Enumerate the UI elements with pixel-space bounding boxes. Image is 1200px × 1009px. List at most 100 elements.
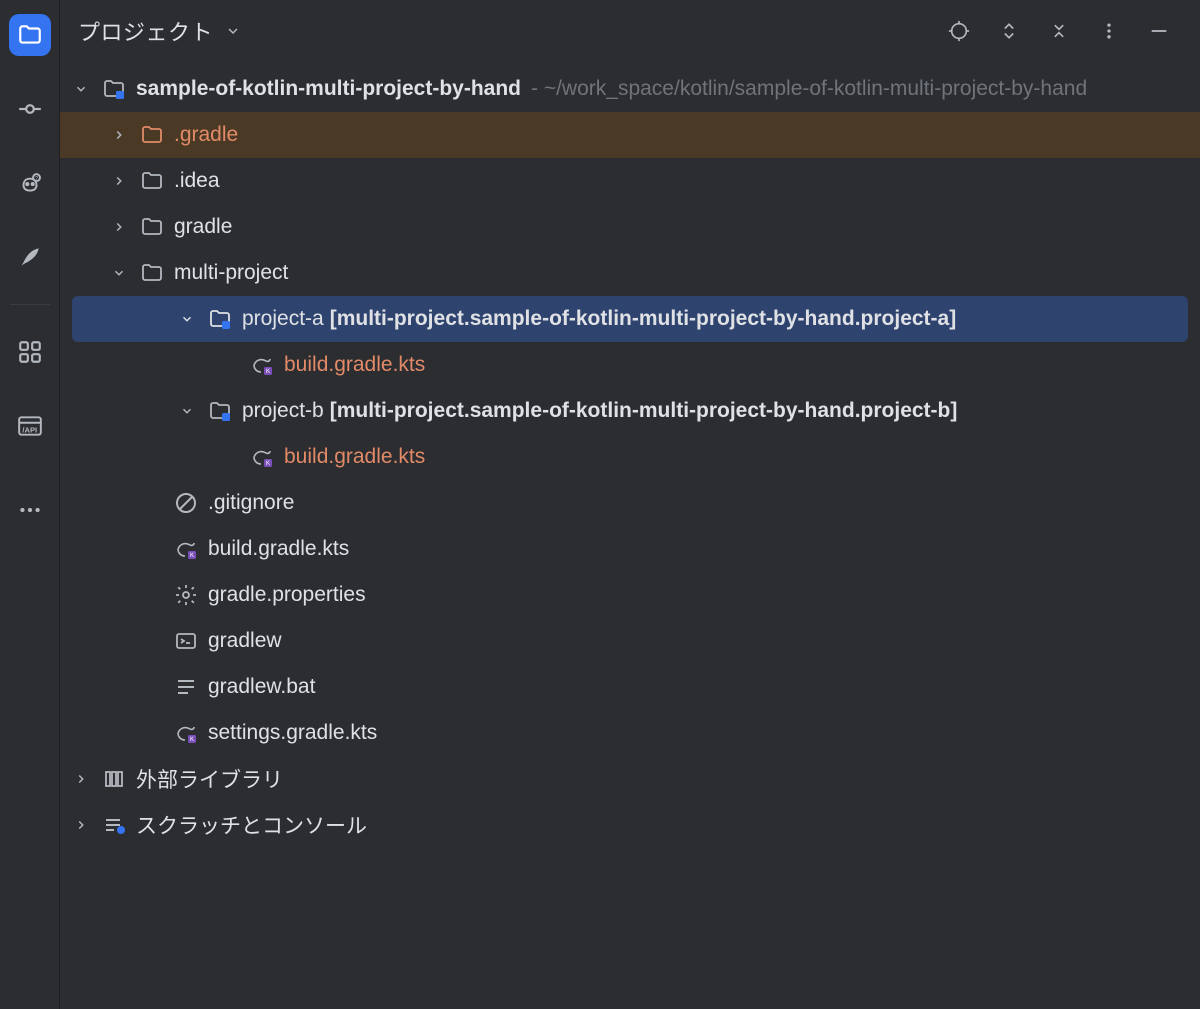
tree-item-label: スクラッチとコンソール xyxy=(136,810,367,840)
ignore-icon xyxy=(172,491,200,515)
project-tree: sample-of-kotlin-multi-project-by-hand -… xyxy=(60,62,1200,1009)
chevron-right-icon xyxy=(108,124,130,146)
tree-item-project-b-build[interactable]: K build.gradle.kts xyxy=(60,434,1200,480)
tree-item-project-a-build[interactable]: K build.gradle.kts xyxy=(60,342,1200,388)
tree-item-idea[interactable]: .idea xyxy=(60,158,1200,204)
project-tool-button[interactable] xyxy=(9,14,51,56)
structure-icon xyxy=(17,339,43,365)
toolbar-separator xyxy=(10,304,50,305)
svg-text:K: K xyxy=(190,553,194,559)
collapse-icon xyxy=(1049,21,1069,41)
module-folder-icon xyxy=(206,307,234,331)
chevron-down-icon xyxy=(108,262,130,284)
api-icon: /API xyxy=(17,413,43,439)
tree-item-label: gradle.properties xyxy=(208,583,366,607)
tree-item-gradle-hidden[interactable]: .gradle xyxy=(60,112,1200,158)
collapse-all-button[interactable] xyxy=(1046,18,1072,44)
chevron-right-icon xyxy=(108,170,130,192)
quill-tool-button[interactable] xyxy=(9,236,51,278)
tree-item-gitignore[interactable]: .gitignore xyxy=(60,480,1200,526)
kebab-icon xyxy=(1099,21,1119,41)
chevron-down-icon xyxy=(225,23,241,39)
chevron-right-icon xyxy=(70,814,92,836)
gradle-kts-icon: K xyxy=(172,721,200,745)
commit-tool-button[interactable] xyxy=(9,88,51,130)
folder-icon xyxy=(138,261,166,285)
left-toolbar: ? /API xyxy=(0,0,60,1009)
structure-tool-button[interactable] xyxy=(9,331,51,373)
api-tool-button[interactable]: /API xyxy=(9,405,51,447)
chevron-down-icon xyxy=(176,400,198,422)
target-icon xyxy=(948,20,970,42)
tree-item-path: - ~/work_space/kotlin/sample-of-kotlin-m… xyxy=(531,77,1087,101)
library-icon xyxy=(100,767,128,791)
tree-item-label: project-a xyxy=(242,307,324,331)
svg-text:?: ? xyxy=(34,176,37,182)
gradle-kts-icon: K xyxy=(172,537,200,561)
tree-item-label: build.gradle.kts xyxy=(284,353,425,377)
module-folder-icon xyxy=(206,399,234,423)
tree-item-gradlew[interactable]: gradlew xyxy=(60,618,1200,664)
folder-icon xyxy=(17,22,43,48)
panel-options-button[interactable] xyxy=(1096,18,1122,44)
panel-header: プロジェクト xyxy=(60,0,1200,62)
tree-item-label: sample-of-kotlin-multi-project-by-hand xyxy=(136,77,521,101)
project-panel: プロジェクト sample-of-kotlin xyxy=(60,0,1200,1009)
tree-item-label: settings.gradle.kts xyxy=(208,721,377,745)
tree-item-label: gradle xyxy=(174,215,232,239)
folder-icon xyxy=(138,169,166,193)
module-folder-icon xyxy=(100,77,128,101)
copilot-tool-button[interactable]: ? xyxy=(9,162,51,204)
tree-item-label: gradlew.bat xyxy=(208,675,315,699)
scratch-icon xyxy=(100,813,128,837)
minimize-icon xyxy=(1148,20,1170,42)
tree-item-external-libraries[interactable]: 外部ライブラリ xyxy=(60,756,1200,802)
select-opened-file-button[interactable] xyxy=(946,18,972,44)
tree-item-scratches[interactable]: スクラッチとコンソール xyxy=(60,802,1200,848)
svg-text:K: K xyxy=(266,369,270,375)
hide-panel-button[interactable] xyxy=(1146,18,1172,44)
tree-item-label: multi-project xyxy=(174,261,288,285)
tree-item-settings-gradle[interactable]: K settings.gradle.kts xyxy=(60,710,1200,756)
expand-collapse-icon xyxy=(999,21,1019,41)
tree-item-gradlew-bat[interactable]: gradlew.bat xyxy=(60,664,1200,710)
expand-collapse-button[interactable] xyxy=(996,18,1022,44)
tree-item-label: build.gradle.kts xyxy=(284,445,425,469)
panel-actions xyxy=(946,18,1172,44)
gradle-kts-icon: K xyxy=(248,353,276,377)
tree-item-label: .idea xyxy=(174,169,220,193)
chevron-down-icon xyxy=(70,78,92,100)
folder-icon xyxy=(138,215,166,239)
chevron-right-icon xyxy=(108,216,130,238)
tree-item-label: .gitignore xyxy=(208,491,294,515)
gear-icon xyxy=(172,583,200,607)
panel-title-dropdown[interactable]: プロジェクト xyxy=(78,15,241,47)
terminal-icon xyxy=(172,629,200,653)
tree-item-project-b[interactable]: project-b [multi-project.sample-of-kotli… xyxy=(60,388,1200,434)
ellipsis-icon xyxy=(17,497,43,523)
more-tool-button[interactable] xyxy=(9,489,51,531)
tree-item-suffix: [multi-project.sample-of-kotlin-multi-pr… xyxy=(330,307,957,331)
tree-item-project-a[interactable]: project-a [multi-project.sample-of-kotli… xyxy=(72,296,1188,342)
tree-item-label: .gradle xyxy=(174,123,238,147)
tree-item-label: 外部ライブラリ xyxy=(136,764,283,794)
quill-icon xyxy=(17,244,43,270)
chevron-down-icon xyxy=(176,308,198,330)
copilot-icon: ? xyxy=(17,170,43,196)
tree-root[interactable]: sample-of-kotlin-multi-project-by-hand -… xyxy=(60,66,1200,112)
chevron-right-icon xyxy=(70,768,92,790)
tree-item-gradle[interactable]: gradle xyxy=(60,204,1200,250)
svg-text:K: K xyxy=(190,737,194,743)
svg-text:/API: /API xyxy=(22,426,37,435)
tree-item-label: project-b xyxy=(242,399,324,423)
tree-item-label: gradlew xyxy=(208,629,282,653)
tree-item-suffix: [multi-project.sample-of-kotlin-multi-pr… xyxy=(330,399,958,423)
svg-text:K: K xyxy=(266,461,270,467)
folder-icon xyxy=(138,123,166,147)
tree-item-build-gradle[interactable]: K build.gradle.kts xyxy=(60,526,1200,572)
text-file-icon xyxy=(172,675,200,699)
tree-item-multi-project[interactable]: multi-project xyxy=(60,250,1200,296)
tree-item-gradle-properties[interactable]: gradle.properties xyxy=(60,572,1200,618)
commit-icon xyxy=(17,96,43,122)
tree-item-label: build.gradle.kts xyxy=(208,537,349,561)
